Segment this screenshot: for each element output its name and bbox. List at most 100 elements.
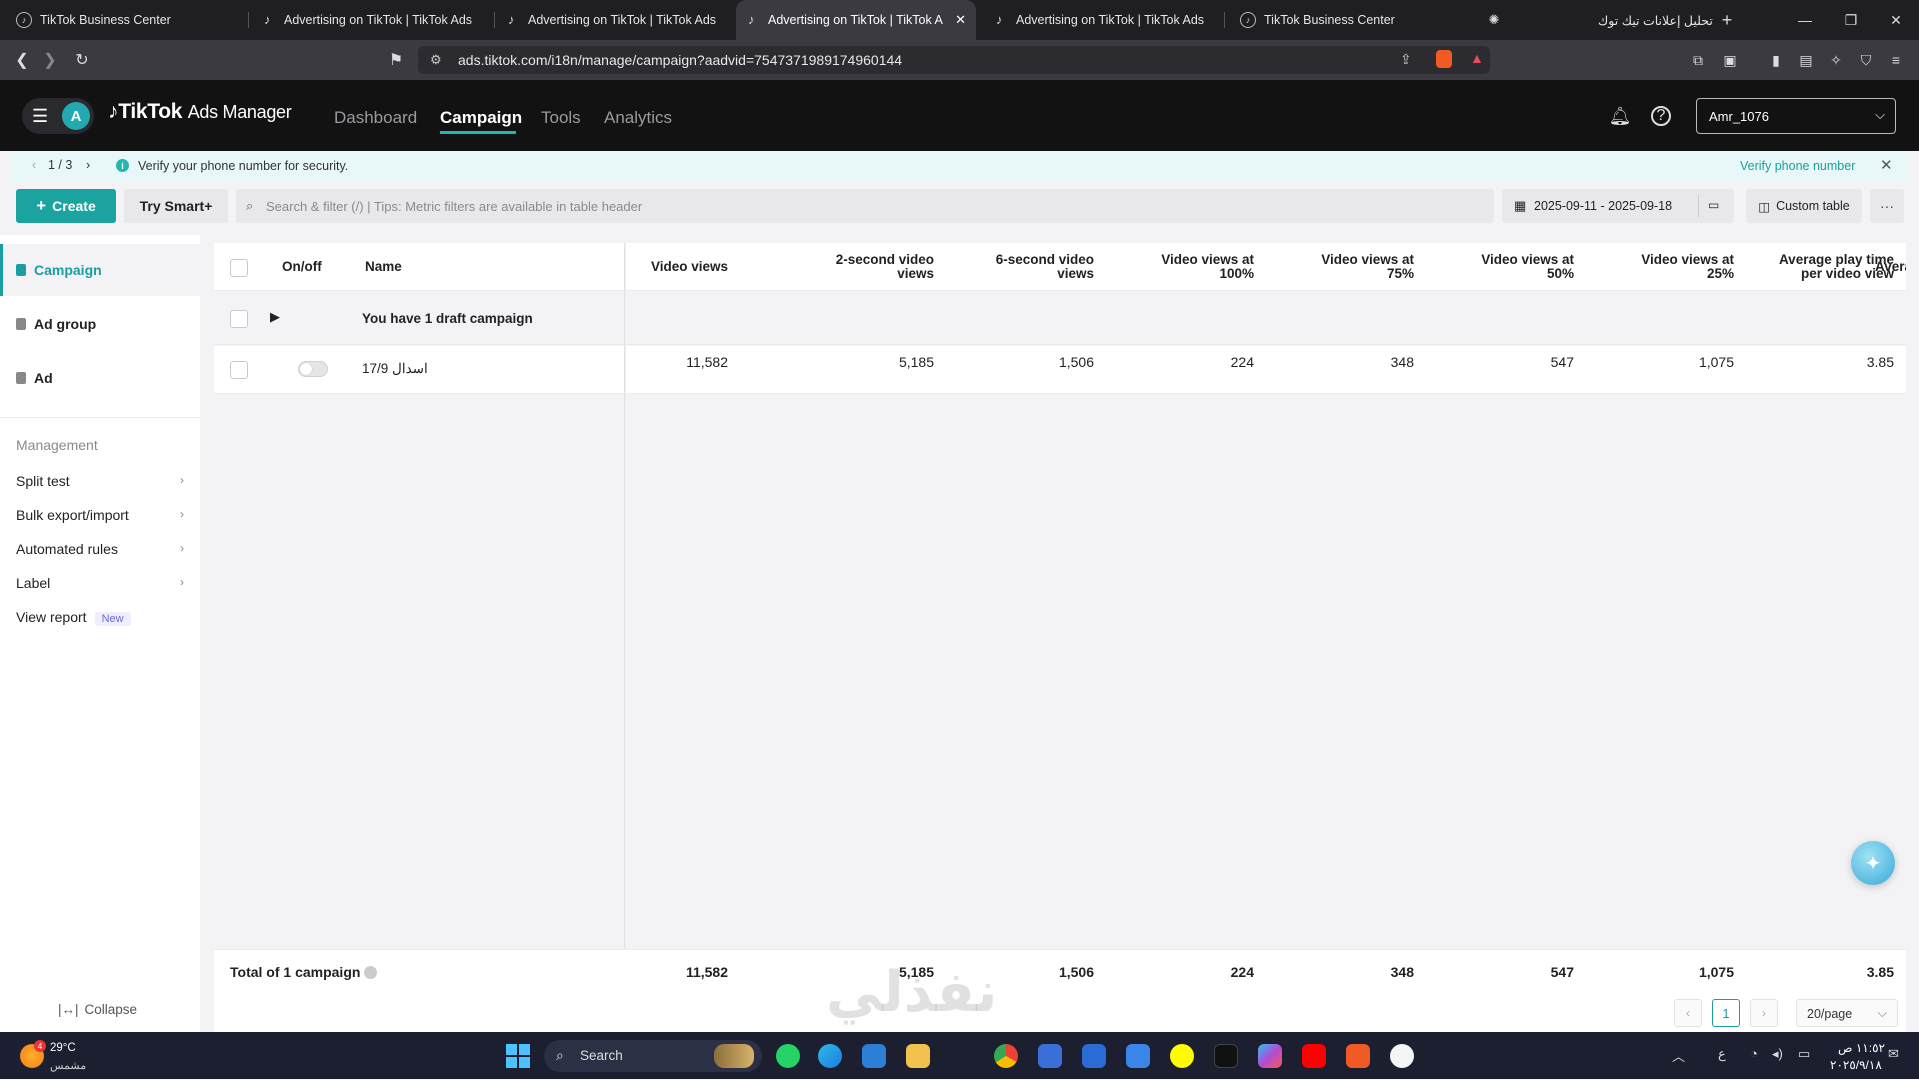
sidebar-item-automated-rules[interactable]: Automated rules › bbox=[16, 541, 184, 557]
browser-menu-icon[interactable]: ≡ bbox=[1886, 50, 1906, 70]
col-name[interactable]: Name bbox=[365, 260, 402, 274]
share-icon[interactable]: ⇪ bbox=[1400, 51, 1412, 68]
store-icon[interactable] bbox=[862, 1044, 886, 1068]
more-options-icon[interactable]: ··· bbox=[1870, 189, 1904, 223]
whatsapp-icon[interactable] bbox=[776, 1044, 800, 1068]
browser-tab[interactable]: ♪ TikTok Business Center bbox=[4, 0, 244, 40]
brave-shield-icon[interactable] bbox=[1436, 50, 1452, 68]
app-icon[interactable] bbox=[1038, 1044, 1062, 1068]
col-average-partial[interactable]: Averag bbox=[1875, 260, 1906, 274]
col-views-100[interactable]: Video views at 100% bbox=[1094, 253, 1254, 281]
clock-date[interactable]: ٢٠٢٥/٩/١٨ bbox=[1830, 1058, 1882, 1072]
wifi-icon[interactable]: ◔ bbox=[1750, 1046, 1758, 1061]
try-smart-plus-button[interactable]: Try Smart+ bbox=[124, 189, 228, 223]
brave-rewards-icon[interactable]: ▲ bbox=[1470, 50, 1484, 66]
custom-table-button[interactable]: ◫ Custom table bbox=[1746, 189, 1862, 223]
sidebar-item-bulk-export[interactable]: Bulk export/import › bbox=[16, 507, 184, 523]
compare-icon[interactable]: ▭ bbox=[1708, 198, 1719, 212]
nav-analytics[interactable]: Analytics bbox=[604, 108, 672, 128]
col-views-50[interactable]: Video views at 50% bbox=[1414, 253, 1574, 281]
media-player-icon[interactable] bbox=[1390, 1044, 1414, 1068]
url-field[interactable]: ⚙ ads.tiktok.com/i18n/manage/campaign?aa… bbox=[418, 46, 1490, 74]
verify-phone-link[interactable]: Verify phone number bbox=[1740, 159, 1855, 173]
brave-icon[interactable] bbox=[1346, 1044, 1370, 1068]
nav-campaign[interactable]: Campaign bbox=[440, 108, 522, 128]
row-checkbox[interactable] bbox=[230, 310, 248, 328]
chevron-up-icon[interactable]: ︿ bbox=[1672, 1046, 1685, 1065]
campaign-name[interactable]: اسدال 17/9 bbox=[362, 361, 428, 377]
close-window-icon[interactable]: ✕ bbox=[1873, 0, 1919, 40]
select-all-checkbox[interactable] bbox=[230, 259, 248, 277]
col-6s-views[interactable]: 6-second video views bbox=[934, 253, 1094, 281]
tiktok-ads-logo[interactable]: ♪TikTok Ads Manager bbox=[108, 100, 292, 124]
snapchat-icon[interactable] bbox=[1170, 1044, 1194, 1068]
col-views-25[interactable]: Video views at 25% bbox=[1574, 253, 1734, 281]
collapse-button[interactable]: |↔| Collapse bbox=[58, 1002, 137, 1017]
next-page-icon[interactable]: › bbox=[1750, 999, 1778, 1027]
restore-icon[interactable]: ❐ bbox=[1828, 0, 1874, 40]
browser-tab[interactable]: ♪ Advertising on TikTok | TikTok Ads bbox=[496, 0, 734, 40]
new-tab-icon[interactable]: + bbox=[1704, 0, 1750, 40]
sidebar-level-ad[interactable]: Ad bbox=[0, 352, 200, 404]
windows-start-icon[interactable] bbox=[506, 1044, 530, 1068]
input-language[interactable]: ع bbox=[1718, 1046, 1726, 1062]
date-range-picker[interactable]: ▦ 2025-09-11 - 2025-09-18 ▭ bbox=[1502, 189, 1734, 223]
row-checkbox[interactable] bbox=[230, 361, 248, 379]
leo-ai-icon[interactable]: ✧ bbox=[1826, 50, 1846, 70]
forward-icon[interactable]: ❯ bbox=[38, 48, 62, 72]
notifications-icon[interactable]: ✉ bbox=[1888, 1046, 1899, 1062]
volume-icon[interactable]: ◂) bbox=[1772, 1046, 1783, 1062]
campaign-onoff-toggle[interactable] bbox=[298, 361, 328, 377]
sidebar-level-ad-group[interactable]: Ad group bbox=[0, 298, 200, 350]
wallet-icon[interactable]: ▤ bbox=[1796, 50, 1816, 70]
minimize-icon[interactable]: — bbox=[1782, 0, 1828, 40]
browser-tab[interactable]: ✺ تحليل إعلانات تيك توك bbox=[1474, 0, 1714, 40]
prev-page-icon[interactable]: ‹ bbox=[1674, 999, 1702, 1027]
per-page-select[interactable]: 20/page ⌵ bbox=[1796, 999, 1898, 1027]
edge-icon[interactable] bbox=[818, 1044, 842, 1068]
sidebar-item-split-test[interactable]: Split test › bbox=[16, 473, 184, 489]
page-number[interactable]: 1 bbox=[1712, 999, 1740, 1027]
chevron-right-icon[interactable]: › bbox=[86, 158, 90, 172]
bookmark-icon[interactable]: ⚑ bbox=[384, 48, 408, 72]
site-info-icon[interactable]: ⚙ bbox=[430, 52, 442, 68]
col-avg-play-time[interactable]: Average play time per video view bbox=[1714, 253, 1894, 281]
sidebar-level-campaign[interactable]: Campaign bbox=[0, 244, 200, 296]
extensions-icon[interactable]: ⧉ bbox=[1688, 50, 1708, 70]
youtube-icon[interactable] bbox=[1302, 1044, 1326, 1068]
browser-tab[interactable]: ♪ Advertising on TikTok | TikTok Ads bbox=[984, 0, 1222, 40]
search-filter-box[interactable]: ⌕ bbox=[236, 189, 1494, 223]
search-input[interactable] bbox=[266, 190, 1466, 222]
back-icon[interactable]: ❮ bbox=[10, 48, 34, 72]
reload-icon[interactable]: ↻ bbox=[70, 48, 94, 72]
todo-icon[interactable] bbox=[1126, 1044, 1150, 1068]
help-icon[interactable]: ? bbox=[1651, 106, 1671, 126]
create-button[interactable]: + Create bbox=[16, 189, 116, 223]
account-selector[interactable]: Amr_1076 ⌵ bbox=[1696, 98, 1896, 134]
col-video-views[interactable]: Video views bbox=[600, 260, 728, 274]
sidebar-icon[interactable]: ▮ bbox=[1766, 50, 1786, 70]
screenshot-icon[interactable]: ▣ bbox=[1720, 50, 1740, 70]
clock-time[interactable]: ١١:٥٢ ص bbox=[1838, 1041, 1885, 1055]
bell-icon[interactable]: 🔔︎ bbox=[1608, 104, 1632, 128]
assistant-sparkle-icon[interactable]: ✦ bbox=[1851, 841, 1895, 885]
vpn-icon[interactable]: ⛉ bbox=[1856, 50, 1876, 70]
help-icon[interactable] bbox=[364, 966, 378, 979]
sidebar-item-view-report[interactable]: View report New bbox=[16, 609, 184, 626]
caret-right-icon[interactable]: ▶ bbox=[270, 309, 280, 325]
col-onoff[interactable]: On/off bbox=[282, 260, 322, 274]
chevron-left-icon[interactable]: ‹ bbox=[32, 158, 36, 172]
close-tab-icon[interactable]: ✕ bbox=[955, 12, 966, 28]
browser-tab[interactable]: ♪ Advertising on TikTok | TikTok Ads bbox=[252, 0, 490, 40]
copilot-icon[interactable] bbox=[1258, 1044, 1282, 1068]
close-icon[interactable]: ✕ bbox=[1880, 156, 1893, 174]
taskbar-search[interactable]: ⌕ Search bbox=[544, 1040, 762, 1072]
nav-tools[interactable]: Tools bbox=[541, 108, 581, 128]
nav-dashboard[interactable]: Dashboard bbox=[334, 108, 417, 128]
browser-tab[interactable]: ♪ TikTok Business Center bbox=[1228, 0, 1466, 40]
avatar[interactable]: A bbox=[62, 102, 90, 130]
chrome-icon[interactable] bbox=[994, 1044, 1018, 1068]
battery-icon[interactable]: ▭ bbox=[1798, 1046, 1810, 1062]
sidebar-item-label[interactable]: Label › bbox=[16, 575, 184, 591]
azure-icon[interactable] bbox=[1082, 1044, 1106, 1068]
